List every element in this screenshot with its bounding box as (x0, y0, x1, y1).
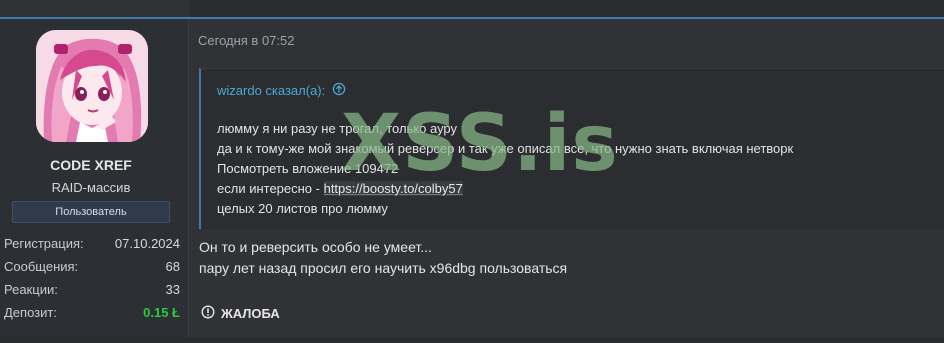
boosty-link[interactable]: https://boosty.to/colby57 (323, 181, 463, 196)
quote-link-line: если интересно - https://boosty.to/colby… (217, 179, 793, 199)
stat-label: Сообщения: (4, 259, 79, 274)
user-sidebar: CODE XREF RAID-массив Пользователь Регис… (0, 19, 189, 339)
stat-deposit: Депозит: 0.15 Ł (4, 303, 180, 326)
previous-post-edge (0, 0, 944, 18)
post-date[interactable]: Сегодня в 07:52 (198, 33, 294, 48)
stat-label: Регистрация: (4, 236, 84, 251)
stat-messages: Сообщения: 68 (4, 257, 180, 280)
quote-attachment-line[interactable]: Посмотреть вложение 109472 (217, 159, 793, 179)
quote-body: люмму я ни разу не трогал, только ауру д… (217, 119, 793, 219)
stat-reactions: Реакции: 33 (4, 280, 180, 303)
previous-post-sidebar-edge (0, 0, 189, 17)
quote-line: целых 20 листов про люмму (217, 201, 388, 216)
stat-value: 07.10.2024 (114, 236, 180, 251)
stat-value-deposit: 0.15 Ł (143, 305, 180, 320)
quote-line: да и к тому-же мой знакомый реверсер и т… (217, 141, 794, 156)
username[interactable]: CODE XREF (0, 157, 182, 173)
anime-avatar-image (36, 30, 148, 142)
user-banner: Пользователь (12, 201, 170, 223)
post-main: Сегодня в 07:52 wizardo сказал(а): люмму… (189, 19, 944, 339)
quote-author[interactable]: wizardo сказал(а): (217, 83, 325, 98)
stat-value[interactable]: 68 (166, 259, 180, 274)
user-stats: Регистрация: 07.10.2024 Сообщения: 68 Ре… (4, 234, 180, 326)
message-line: пару лет назад просил его научить x96dbg… (199, 260, 568, 276)
arrow-up-circle-icon[interactable] (332, 82, 346, 99)
next-post-edge (0, 337, 944, 343)
post-message: Он то и реверсить особо не умеет... пару… (199, 237, 567, 279)
quote-link-prefix: если интересно - (217, 181, 324, 196)
warning-circle-icon (201, 305, 215, 322)
report-label: ЖАЛОБА (221, 306, 280, 321)
user-avatar[interactable] (36, 30, 148, 142)
stat-label: Реакции: (4, 282, 58, 297)
user-title: RAID-массив (51, 180, 131, 195)
stat-label: Депозит: (4, 305, 57, 320)
page: CODE XREF RAID-массив Пользователь Регис… (0, 0, 944, 343)
quote-block: wizardo сказал(а): люмму я ни разу не тр… (199, 68, 944, 229)
quote-header[interactable]: wizardo сказал(а): (217, 82, 346, 99)
report-button[interactable]: ЖАЛОБА (201, 305, 280, 322)
quote-line: люмму я ни разу не трогал, только ауру (217, 121, 458, 136)
stat-value: 33 (165, 282, 180, 297)
stat-registration: Регистрация: 07.10.2024 (4, 234, 180, 257)
message-line: Он то и реверсить особо не умеет... (199, 239, 432, 255)
forum-post: CODE XREF RAID-массив Пользователь Регис… (0, 17, 944, 339)
